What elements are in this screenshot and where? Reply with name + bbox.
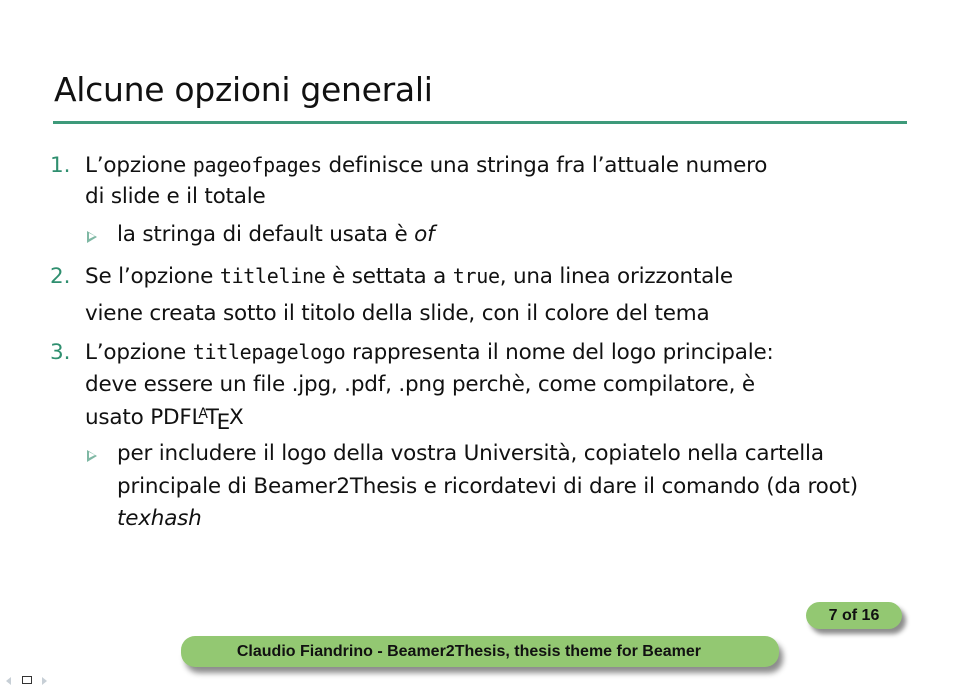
sub-item-line: la stringa di default usata è of: [117, 222, 435, 247]
list-item-line: L’opzione pageofpages definisce una stri…: [85, 153, 767, 178]
footer-text: Claudio Fiandrino - Beamer2Thesis, thesi…: [236, 643, 701, 660]
text-run: usato: [85, 405, 151, 430]
text-run: la stringa di default usata è: [117, 222, 415, 247]
sub-item-line: principale di Beamer2Thesis e ricordatev…: [117, 474, 858, 499]
slide-title: Alcune opzioni generali: [54, 70, 433, 109]
code-keyword: true: [452, 264, 500, 288]
pdflatex-logo: PDFLATEX: [150, 405, 244, 435]
text-run: deve essere un file .jpg, .pdf, .png per…: [85, 372, 755, 397]
list-item-number: 3.: [50, 340, 71, 365]
page-number-badge: 7 of 16: [806, 602, 902, 629]
code-keyword: pageofpages: [192, 153, 322, 177]
nav-frame-icon[interactable]: [22, 676, 32, 684]
list-item-line: Se l’opzione titleline è settata a true,…: [85, 264, 733, 289]
code-keyword: titleline: [219, 264, 326, 288]
list-item-line: usato PDFLATEX: [85, 405, 244, 435]
title-line: [53, 121, 907, 124]
text-run: di slide e il totale: [85, 184, 266, 209]
text-run: per includere il logo della vostra Unive…: [117, 441, 824, 466]
list-item-line: L’opzione titlepagelogo rappresenta il n…: [85, 340, 774, 365]
sub-item-line: per includere il logo della vostra Unive…: [117, 441, 824, 466]
list-item-line: viene creata sotto il titolo della slide…: [85, 301, 710, 326]
list-item-line: di slide e il totale: [85, 184, 266, 209]
list-item-number: 1.: [50, 153, 71, 178]
text-run: Se l’opzione: [85, 264, 220, 289]
text-run: viene creata sotto il titolo della slide…: [85, 301, 710, 326]
text-run: principale di Beamer2Thesis e ricordatev…: [117, 474, 858, 499]
nav-left-arrow-icon[interactable]: [6, 677, 11, 685]
nav-right-arrow-icon[interactable]: [42, 677, 47, 685]
text-run: rappresenta il nome del logo principale:: [345, 340, 774, 365]
text-run: , una linea orizzontale: [499, 264, 733, 289]
code-keyword: titlepagelogo: [192, 340, 346, 364]
text-run: L’opzione: [85, 340, 193, 365]
triangle-bullet-icon: [87, 231, 97, 243]
list-item-line: deve essere un file .jpg, .pdf, .png per…: [85, 372, 755, 397]
text-run: è settata a: [325, 264, 453, 289]
triangle-bullet-icon: [87, 450, 97, 462]
italic-text: texhash: [117, 506, 202, 531]
text-run: definisce una stringa fra l’attuale nume…: [321, 153, 768, 178]
list-item-number: 2.: [50, 264, 71, 289]
text-run: L’opzione: [85, 153, 193, 178]
italic-text: of: [414, 222, 435, 247]
footer-bar: Claudio Fiandrino - Beamer2Thesis, thesi…: [181, 636, 779, 667]
sub-item-line: texhash: [117, 506, 202, 531]
